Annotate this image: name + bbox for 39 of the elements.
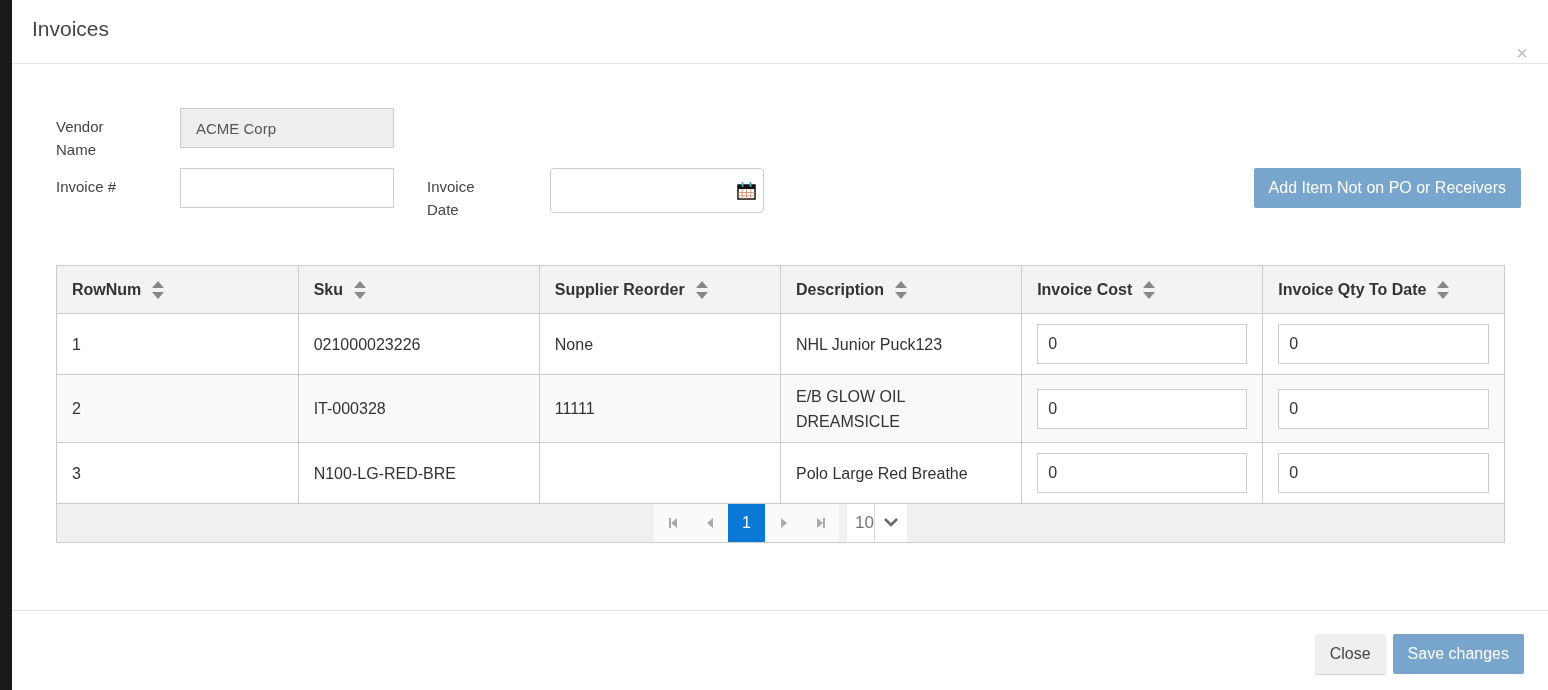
table-cell: None <box>539 313 781 375</box>
sort-icon[interactable] <box>1142 279 1157 300</box>
invoice-cost-field[interactable]: 0 <box>1037 324 1248 364</box>
table-cell: E/B GLOW OIL DREAMSICLE <box>780 374 1022 443</box>
table-cell: Polo Large Red Breathe <box>780 442 1022 504</box>
date-field[interactable] <box>550 168 764 213</box>
calendar-icon[interactable] <box>737 181 756 200</box>
table-cell: 3 <box>57 442 299 504</box>
column-header[interactable]: Supplier Reorder <box>539 266 781 314</box>
table-cell: IT-000328 <box>298 374 540 443</box>
sort-icon[interactable] <box>151 279 166 300</box>
page-size-select[interactable]: 10 <box>847 504 907 542</box>
table-cell: N100-LG-RED-BRE <box>298 442 540 504</box>
invoice-cost-field[interactable]: 0 <box>1037 388 1248 429</box>
invoice-qty-field[interactable]: 0 <box>1278 453 1489 493</box>
table-cell: 021000023226 <box>298 313 540 375</box>
window-title: Invoices <box>32 17 110 42</box>
column-header[interactable]: Sku <box>298 266 540 314</box>
table-cell: 11111 <box>539 374 781 443</box>
column-header[interactable]: Invoice Cost <box>1021 266 1263 314</box>
column-header[interactable]: Invoice Qty To Date <box>1262 266 1504 314</box>
table-cell: NHL Junior Puck123 <box>780 313 1022 375</box>
table-cell: 1 <box>57 313 299 375</box>
invoice-qty-field[interactable]: 0 <box>1278 388 1489 429</box>
sort-icon[interactable] <box>1436 279 1451 300</box>
page-button[interactable]: 1 <box>728 504 766 542</box>
sort-icon[interactable] <box>694 279 709 300</box>
invoice-cost-field[interactable]: 0 <box>1037 453 1248 493</box>
field-label: Invoice Date <box>427 177 476 220</box>
field-label: Invoice # <box>56 177 118 197</box>
column-header[interactable]: Description <box>780 266 1022 314</box>
close-button[interactable]: Close <box>1314 634 1386 674</box>
sort-icon[interactable] <box>353 279 367 300</box>
invoice-number-field[interactable] <box>180 168 394 208</box>
invoice-qty-field[interactable]: 0 <box>1278 324 1489 364</box>
table-cell: 2 <box>57 374 299 443</box>
sort-icon[interactable] <box>894 279 908 300</box>
field-label: Vendor Name <box>56 117 105 160</box>
column-header[interactable]: RowNum <box>57 266 299 314</box>
